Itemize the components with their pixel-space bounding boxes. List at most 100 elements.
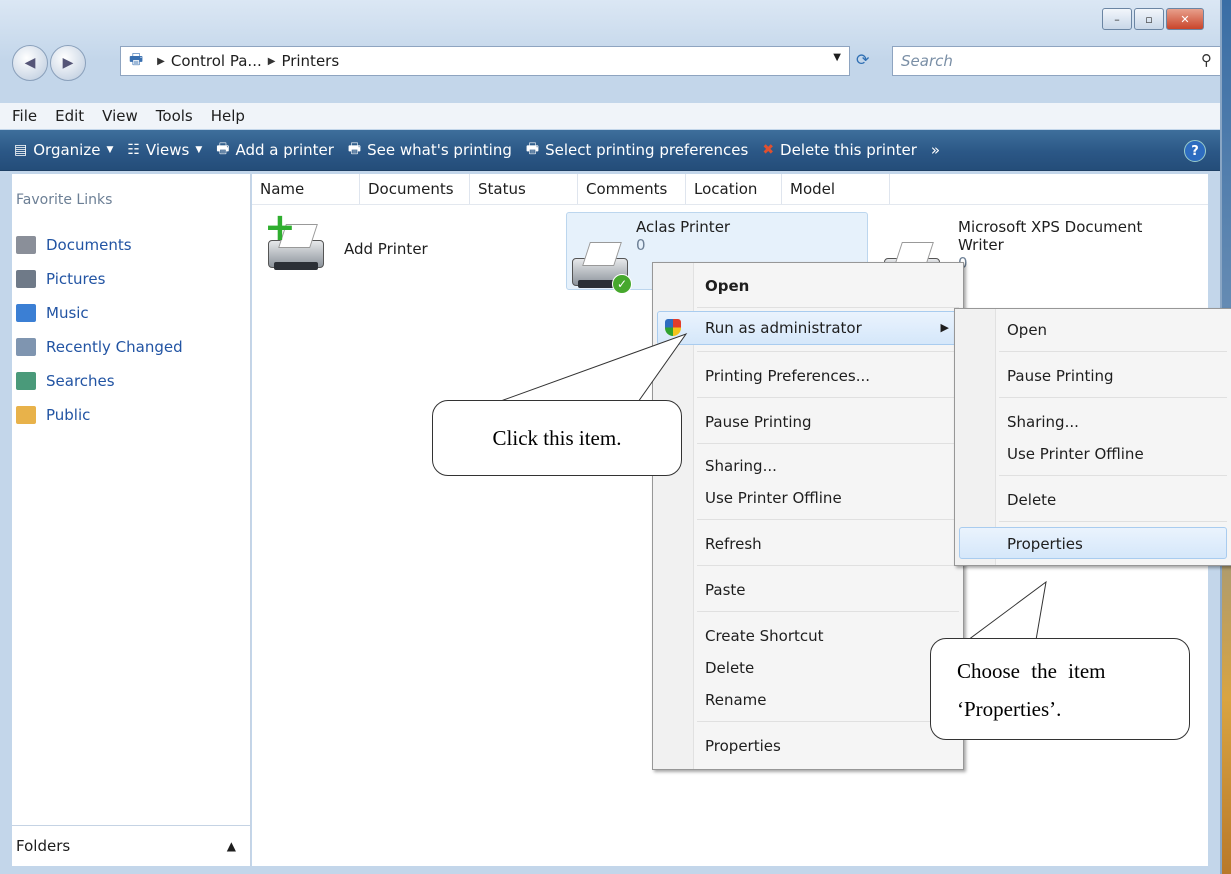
search-icon[interactable]: ⚲ [1201,51,1212,69]
add-printer-item[interactable]: + Add Printer [264,208,428,272]
callout-choose-properties: Choose the item ‘Properties’. [930,638,1190,740]
column-location[interactable]: Location [686,174,782,204]
column-status[interactable]: Status [470,174,578,204]
folders-label: Folders [16,837,71,855]
window-controls: – ▫ ✕ [1102,8,1204,30]
help-icon[interactable]: ? [1184,140,1206,162]
add-printer-button[interactable]: 🖶 Add a printer [216,138,334,162]
menu-item-open[interactable]: Open [705,277,749,295]
sidebar-item-music[interactable]: Music [16,296,183,330]
menu-item-printing-preferences[interactable]: Printing Preferences... [705,367,870,385]
organize-button[interactable]: ▤ Organize ▼ [14,141,113,159]
column-comments[interactable]: Comments [578,174,686,204]
column-header-row: Name Documents Status Comments Location … [252,174,1208,205]
menu-separator [697,519,959,520]
printer-document-count: 0 [636,236,646,254]
breadcrumb-separator-icon: ▶ [267,55,276,67]
submenu-item-properties[interactable]: Properties [1007,535,1083,553]
select-printing-preferences-button[interactable]: 🖶 Select printing preferences [526,138,748,162]
printer-icon: ✓ [568,236,632,294]
documents-icon [16,236,36,254]
menu-item-rename[interactable]: Rename [705,691,767,709]
column-documents[interactable]: Documents [360,174,470,204]
back-button[interactable]: ◀ [12,45,48,81]
menu-separator [697,721,959,722]
menu-file[interactable]: File [12,107,37,125]
minimize-button[interactable]: – [1102,8,1132,30]
refresh-icon[interactable]: ⟳ [856,50,869,69]
forward-button[interactable]: ▶ [50,45,86,81]
searches-icon [16,372,36,390]
submenu-item-pause-printing[interactable]: Pause Printing [1007,367,1114,385]
command-toolbar: ▤ Organize ▼ ☷ Views ▼ 🖶 Add a printer 🖶… [0,130,1220,171]
sidebar-item-pictures[interactable]: Pictures [16,262,183,296]
favorite-links-heading: Favorite Links [16,192,113,208]
menu-item-properties[interactable]: Properties [705,737,781,755]
breadcrumb-printers[interactable]: Printers [281,52,339,70]
submenu-item-sharing[interactable]: Sharing... [1007,413,1079,431]
callout-text: Click this item. [492,425,622,450]
sidebar-item-label: Public [46,406,91,424]
submenu-item-open[interactable]: Open [1007,321,1047,339]
sidebar-item-label: Recently Changed [46,338,183,356]
add-printer-label: Add a printer [235,141,334,159]
overflow-icon: » [930,141,941,159]
column-name[interactable]: Name [252,174,360,204]
menu-item-pause-printing[interactable]: Pause Printing [705,413,812,431]
printer-name: Aclas Printer [636,218,731,236]
menu-separator [697,351,959,352]
see-whats-printing-button[interactable]: 🖶 See what's printing [348,138,512,162]
organize-icon: ▤ [14,142,28,158]
callout-text-line2: ‘Properties’. [957,697,1062,721]
delete-printer-label: Delete this printer [780,141,917,159]
views-button[interactable]: ☷ Views ▼ [127,141,202,159]
menu-separator [697,307,959,308]
menu-help[interactable]: Help [211,107,245,125]
delete-icon: ✖ [762,142,775,158]
sidebar-item-recently-changed[interactable]: Recently Changed [16,330,183,364]
organize-label: Organize [33,141,101,159]
see-whats-printing-label: See what's printing [367,141,512,159]
add-printer-icon: 🖶 [216,141,230,157]
menu-bar: File Edit View Tools Help [0,103,1220,129]
menu-item-create-shortcut[interactable]: Create Shortcut [705,627,824,645]
printer-document-count: 0 [958,254,1142,272]
callout-click-this-item: Click this item. [432,400,682,476]
printer-queue-icon: 🖶 [347,141,362,157]
sidebar-item-label: Searches [46,372,115,390]
breadcrumb-control-panel[interactable]: Control Pa... [171,52,262,70]
default-printer-check-icon: ✓ [612,274,632,294]
uac-shield-icon [665,319,681,336]
chevron-up-icon: ▲ [226,839,236,853]
menu-edit[interactable]: Edit [55,107,84,125]
close-button[interactable]: ✕ [1166,8,1204,30]
sidebar-item-label: Documents [46,236,132,254]
sidebar-item-documents[interactable]: Documents [16,228,183,262]
menu-tools[interactable]: Tools [156,107,193,125]
toolbar-overflow-button[interactable]: » [931,141,940,159]
folders-toggle[interactable]: Folders ▲ [12,825,250,866]
menu-item-use-printer-offline[interactable]: Use Printer Offline [705,489,842,507]
menu-view[interactable]: View [102,107,138,125]
submenu-item-delete[interactable]: Delete [1007,491,1056,509]
sidebar-item-searches[interactable]: Searches [16,364,183,398]
breadcrumb-separator-icon: ▶ [157,55,165,67]
delete-printer-button[interactable]: ✖ Delete this printer [762,141,917,159]
search-input[interactable]: Search ⚲ [892,46,1221,76]
menu-separator [697,443,959,444]
menu-separator [999,397,1227,398]
column-model[interactable]: Model [782,174,890,204]
menu-item-delete[interactable]: Delete [705,659,754,677]
address-dropdown-icon[interactable]: ▼ [833,52,841,63]
menu-item-refresh[interactable]: Refresh [705,535,762,553]
maximize-button[interactable]: ▫ [1134,8,1164,30]
address-bar[interactable]: 🖶 ▶ Control Pa... ▶ Printers ▼ [120,46,850,76]
chevron-down-icon: ▼ [195,145,203,155]
submenu-item-use-printer-offline[interactable]: Use Printer Offline [1007,445,1144,463]
sidebar-item-label: Music [46,304,89,322]
navigation-bar: ◀ ▶ 🖶 ▶ Control Pa... ▶ Printers ▼ ⟳ Sea… [12,45,1221,81]
menu-item-paste[interactable]: Paste [705,581,746,599]
menu-item-sharing[interactable]: Sharing... [705,457,777,475]
menu-item-run-as-administrator[interactable]: Run as administrator [705,319,862,337]
sidebar-item-public[interactable]: Public [16,398,183,432]
